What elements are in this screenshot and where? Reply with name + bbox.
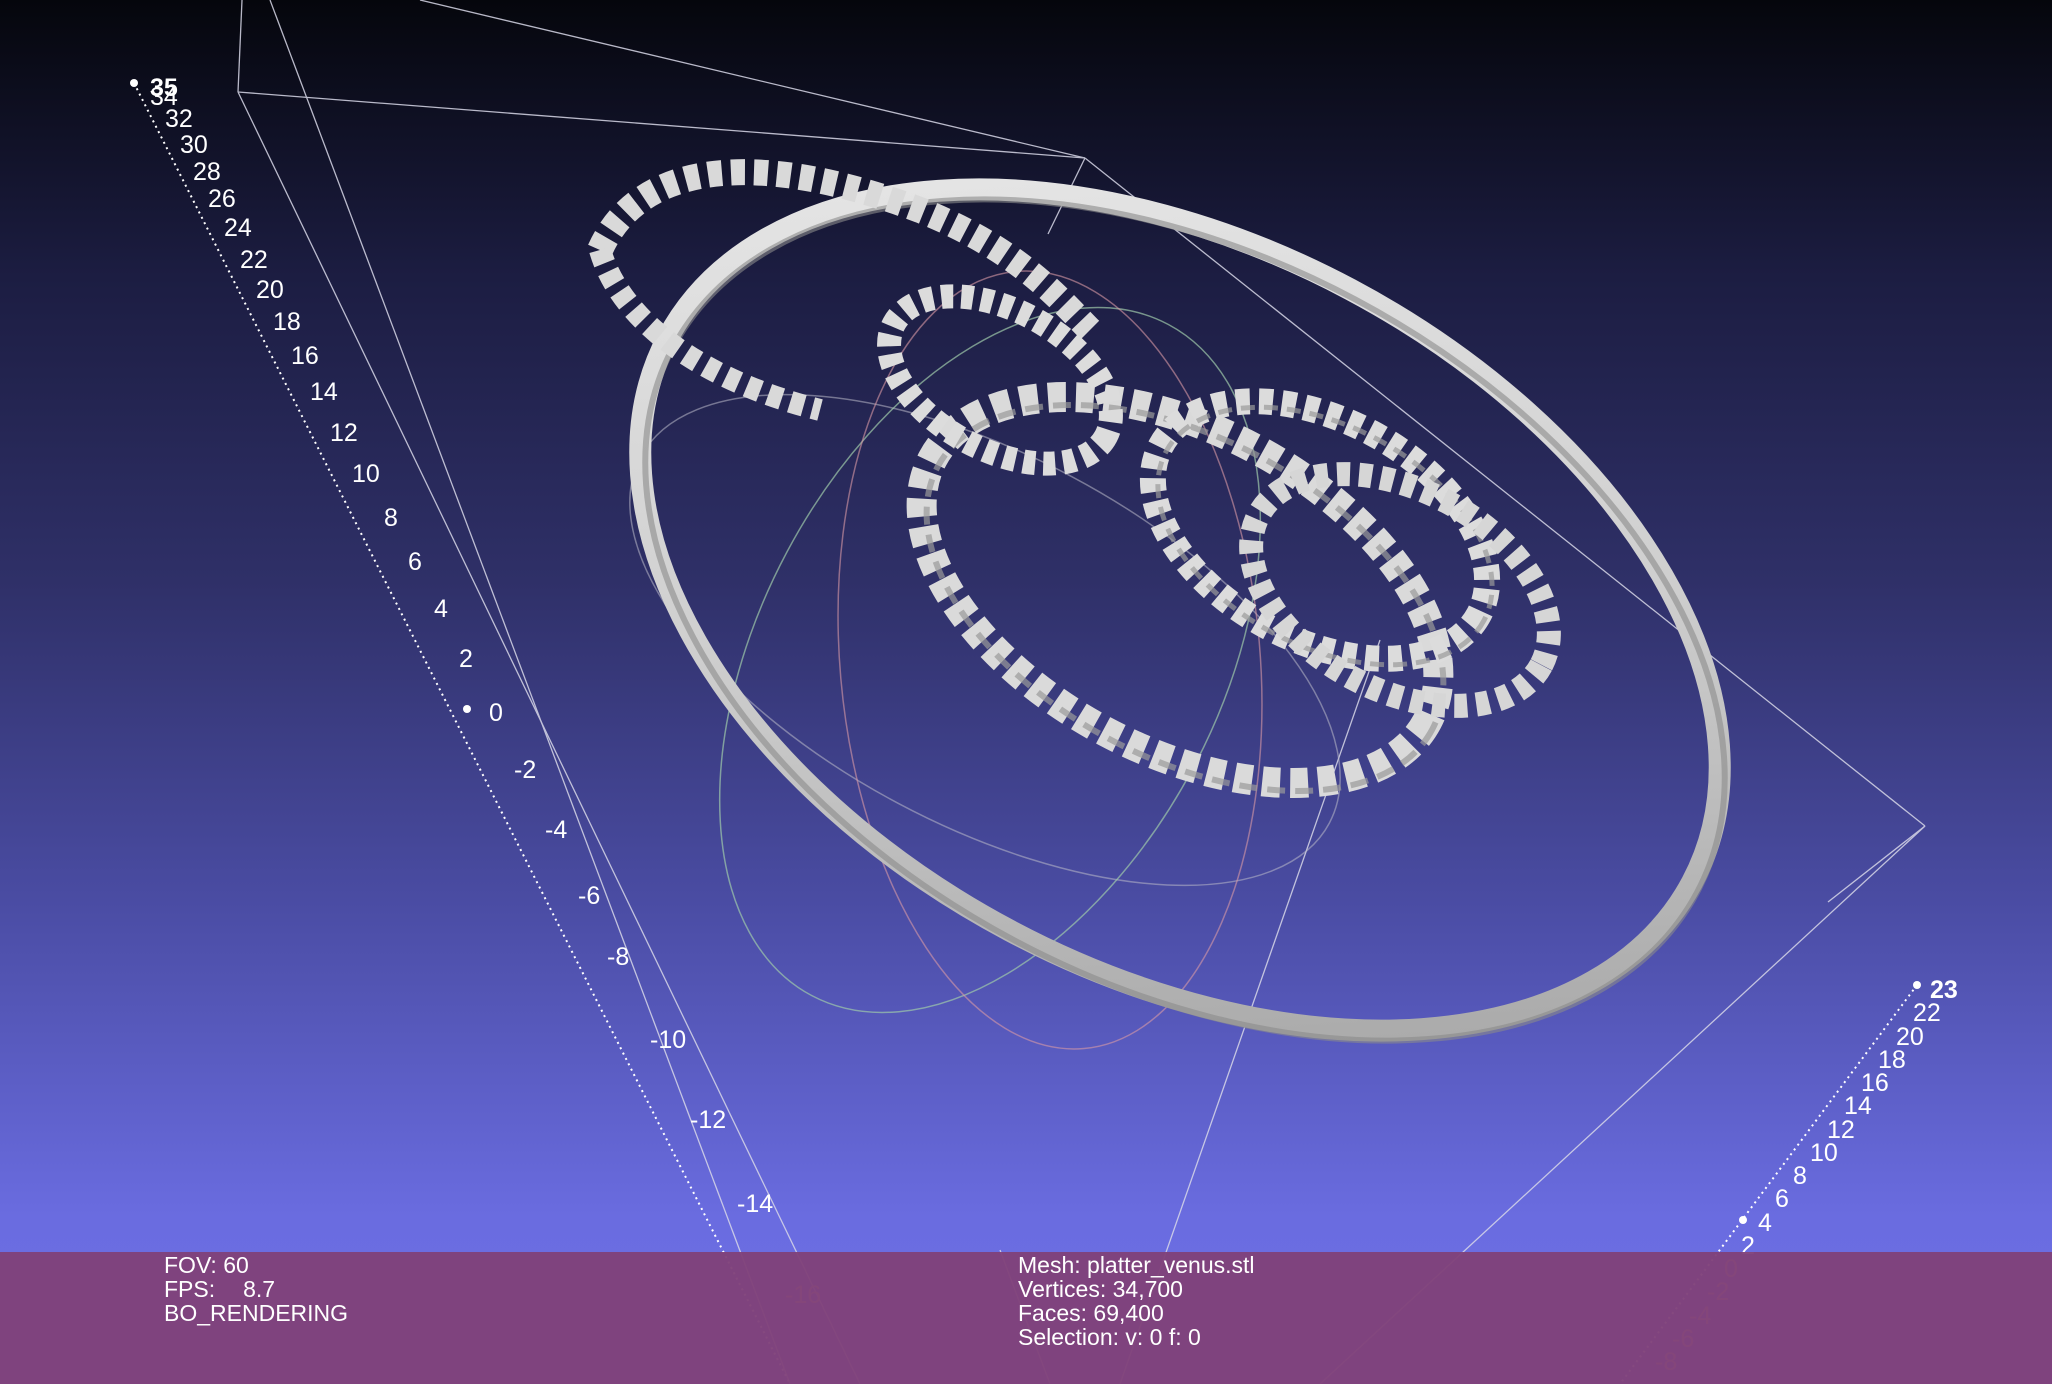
left-axis-tick-label: 16: [291, 342, 319, 370]
3d-viewport[interactable]: 353432302826242220181614121086420-2-4-6-…: [0, 0, 2052, 1384]
right-axis-tick-label: 6: [1775, 1185, 1789, 1213]
faces-label: Faces:: [1018, 1300, 1088, 1326]
left-axis-tick-label: -6: [578, 882, 600, 910]
left-axis-tick-label: 12: [330, 419, 358, 447]
mesh-label: Mesh:: [1018, 1252, 1081, 1278]
left-axis-tick-label: 18: [273, 308, 301, 336]
left-axis-tick-label: 20: [256, 276, 284, 304]
right-axis-tick-label: 8: [1793, 1162, 1807, 1190]
selection-line: Selection: v: 0 f: 0: [1018, 1325, 1255, 1349]
faces-line: Faces: 69,400: [1018, 1301, 1255, 1325]
faces-value: 69,400: [1093, 1300, 1164, 1326]
vertices-label: Vertices:: [1018, 1276, 1107, 1302]
fps-label: FPS:: [164, 1276, 216, 1302]
fov-line: FOV: 60: [164, 1253, 348, 1277]
mesh-value: platter_venus.stl: [1087, 1252, 1255, 1278]
left-axis-tick-label: -4: [545, 816, 567, 844]
left-axis-tick-label: -10: [650, 1026, 686, 1054]
left-axis-tick-label: 2: [459, 645, 473, 673]
gear-platter-mesh[interactable]: [497, 17, 1867, 1213]
left-axis-tick-label: -12: [690, 1106, 726, 1134]
left-axis-tick-label: 4: [434, 595, 448, 623]
left-axis-tick-label: 8: [384, 504, 398, 532]
left-axis-tick-label: 32: [165, 105, 193, 133]
left-axis-tick-label: -2: [514, 756, 536, 784]
render-info-panel: FOV: 60 FPS: 8.7 BO_RENDERING: [164, 1253, 348, 1325]
left-axis: [130, 79, 791, 1384]
mesh-info-panel: Mesh: platter_venus.stl Vertices: 34,700…: [1018, 1253, 1255, 1349]
fov-label: FOV:: [164, 1252, 217, 1278]
vertices-value: 34,700: [1112, 1276, 1183, 1302]
left-axis-tick-label: 6: [408, 548, 422, 576]
left-axis-tick-label: 30: [180, 131, 208, 159]
left-axis-tick-label: 22: [240, 246, 268, 274]
selection-value: v: 0 f: 0: [1125, 1324, 1201, 1350]
fps-line: FPS: 8.7: [164, 1277, 348, 1301]
mesh-line: Mesh: platter_venus.stl: [1018, 1253, 1255, 1277]
left-axis-tick-label: 0: [489, 699, 503, 727]
right-axis-tick-label: 4: [1758, 1209, 1772, 1237]
selection-label: Selection:: [1018, 1324, 1120, 1350]
vertices-line: Vertices: 34,700: [1018, 1277, 1255, 1301]
left-axis-tick-label: -14: [737, 1190, 773, 1218]
left-axis-tick-label: 28: [193, 158, 221, 186]
right-axis-tick-label: 10: [1810, 1139, 1838, 1167]
fov-value: 60: [223, 1252, 249, 1278]
left-axis-tick-label: -8: [607, 943, 629, 971]
left-axis-tick-label: 10: [352, 460, 380, 488]
left-axis-tick-label: 14: [310, 378, 338, 406]
fps-value: 8.7: [243, 1276, 276, 1302]
render-mode: BO_RENDERING: [164, 1300, 349, 1326]
left-axis-tick-label: 26: [208, 185, 236, 213]
left-axis-tick-label: 24: [224, 214, 252, 242]
